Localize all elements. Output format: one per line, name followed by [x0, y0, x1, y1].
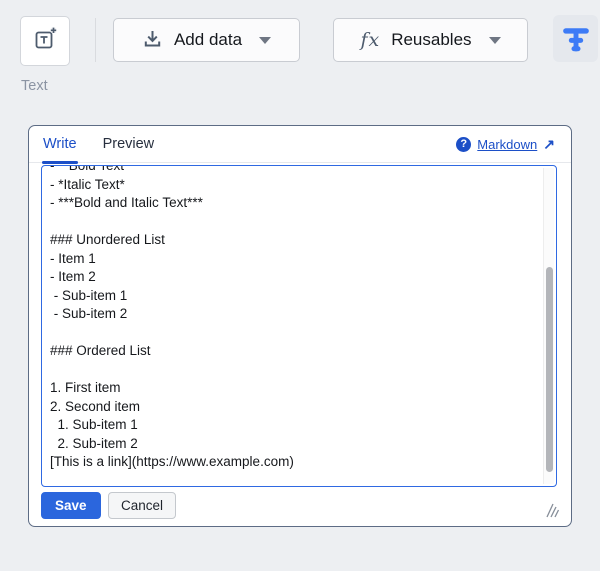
markdown-textarea-content: - **Bold Text** - *Italic Text* - ***Bol…: [50, 165, 294, 469]
tab-preview[interactable]: Preview: [103, 126, 155, 162]
help-icon[interactable]: ?: [456, 136, 472, 152]
tab-write[interactable]: Write: [42, 126, 78, 164]
add-data-button[interactable]: Add data: [113, 18, 300, 62]
text-cell-editor-panel: Write Preview ? Markdown ↗ - **Bold Text…: [28, 125, 572, 527]
text-formatting-icon: [561, 24, 591, 54]
editor-tabs-row: Write Preview ? Markdown ↗: [29, 126, 571, 164]
textarea-scrollbar-thumb[interactable]: [546, 267, 553, 472]
text-tool-caption: Text: [21, 78, 48, 94]
insert-text-cell-button[interactable]: [20, 16, 70, 66]
reusables-button[interactable]: fx Reusables: [333, 18, 528, 62]
canvas-background: Text Add data fx Reusables Write Preview…: [0, 0, 600, 571]
save-button[interactable]: Save: [41, 492, 101, 519]
add-data-label: Add data: [173, 30, 243, 49]
markdown-textarea[interactable]: - **Bold Text** - *Italic Text* - ***Bol…: [41, 165, 557, 487]
reusables-label: Reusables: [391, 30, 472, 49]
text-cell-insert-icon: [32, 26, 59, 56]
download-icon: [142, 28, 163, 52]
resize-handle[interactable]: [543, 502, 561, 518]
chevron-down-icon: [259, 36, 272, 44]
text-formatting-button[interactable]: [553, 15, 598, 62]
cancel-button[interactable]: Cancel: [108, 492, 177, 519]
markdown-help-cluster: ? Markdown ↗: [456, 136, 555, 153]
fx-function-icon: fx: [360, 29, 381, 51]
chevron-down-icon: [488, 36, 501, 44]
external-link-icon: ↗: [543, 135, 555, 152]
markdown-docs-link[interactable]: Markdown: [477, 137, 537, 152]
textarea-scrollbar-track[interactable]: [543, 168, 554, 484]
toolbar-divider: [95, 18, 96, 62]
